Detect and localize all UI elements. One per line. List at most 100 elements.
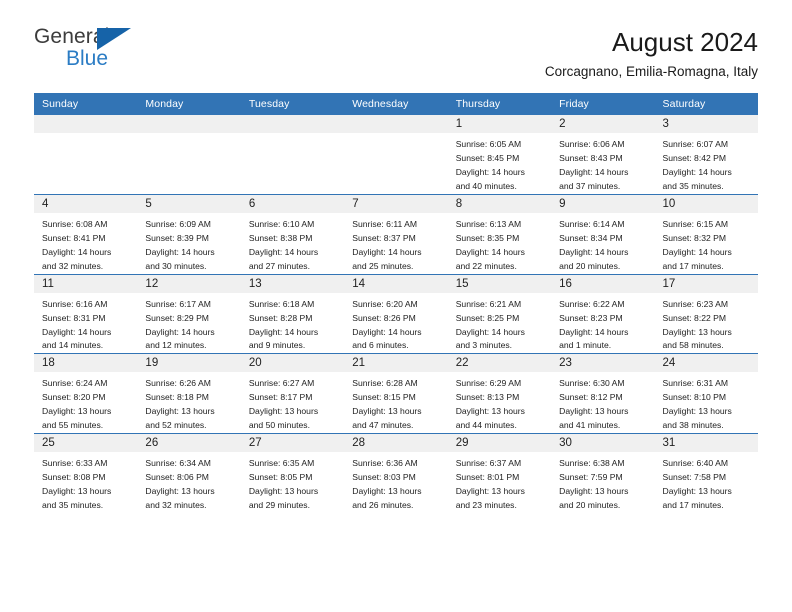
sunset-text: Sunset: 8:31 PM	[42, 312, 106, 323]
daylight-text-line2: and 25 minutes.	[352, 260, 414, 271]
day-number: 22	[447, 354, 552, 373]
calendar-day-cell[interactable]: 31 Sunrise: 6:40 AM Sunset: 7:58 PM Dayligh…	[654, 433, 758, 513]
calendar-day-cell[interactable]: 29 Sunrise: 6:37 AM Sunset: 8:01 PM Dayligh…	[447, 433, 552, 513]
sunset-text: Sunset: 8:10 PM	[662, 392, 727, 403]
calendar-day-cell[interactable]: 26 Sunrise: 6:34 AM Sunset: 8:06 PM Dayligh…	[137, 433, 241, 513]
calendar-day-cell[interactable]: 6 Sunrise: 6:10 AM Sunset: 8:38 PM Daylight…	[240, 193, 345, 275]
sunset-text: Sunset: 8:25 PM	[455, 312, 520, 323]
day-number: 11	[34, 274, 138, 293]
day-details: Sunrise: 6:34 AM Sunset: 8:06 PM Daylight:…	[137, 452, 240, 513]
sunset-text: Sunset: 8:42 PM	[662, 153, 727, 164]
day-details: Sunrise: 6:31 AM Sunset: 8:10 PM Daylight:…	[655, 372, 758, 433]
sunset-text: Sunset: 7:58 PM	[662, 471, 727, 482]
day-details: Sunrise: 6:18 AM Sunset: 8:28 PM Daylight:…	[241, 293, 344, 354]
calendar-day-cell[interactable]: 8 Sunrise: 6:13 AM Sunset: 8:35 PM Daylight…	[447, 193, 552, 275]
sunset-text: Sunset: 8:23 PM	[559, 312, 623, 323]
day-details: Sunrise: 6:29 AM Sunset: 8:13 PM Daylight:…	[448, 372, 551, 433]
day-details: Sunrise: 6:07 AM Sunset: 8:42 PM Daylight:…	[655, 133, 758, 194]
sunset-text: Sunset: 8:20 PM	[42, 392, 106, 403]
daylight-text-line1: Daylight: 13 hours	[248, 406, 319, 417]
daylight-text-line1: Daylight: 14 hours	[455, 326, 525, 337]
calendar-day-cell[interactable]: 1 Sunrise: 6:05 AM Sunset: 8:45 PM Daylight…	[447, 115, 552, 194]
blue-triangle-icon	[97, 28, 131, 50]
sunset-text: Sunset: 8:08 PM	[42, 471, 106, 482]
day-details: Sunrise: 6:14 AM Sunset: 8:34 PM Daylight:…	[551, 213, 654, 274]
day-details: Sunrise: 6:30 AM Sunset: 8:12 PM Daylight:…	[551, 372, 654, 433]
calendar-day-cell[interactable]: 2 Sunrise: 6:06 AM Sunset: 8:43 PM Daylight…	[551, 115, 655, 194]
calendar-day-cell[interactable]: 27 Sunrise: 6:35 AM Sunset: 8:05 PM Dayligh…	[240, 433, 345, 513]
calendar-day-cell[interactable]: 14 Sunrise: 6:20 AM Sunset: 8:26 PM Dayligh…	[344, 273, 448, 354]
day-number: 25	[34, 434, 138, 453]
sunrise-text: Sunrise: 6:22 AM	[559, 298, 625, 309]
sunset-text: Sunset: 7:59 PM	[559, 471, 623, 482]
day-number: 5	[137, 194, 241, 213]
calendar-day-cell[interactable]: 7 Sunrise: 6:11 AM Sunset: 8:37 PM Daylight…	[344, 193, 448, 275]
sunset-text: Sunset: 8:22 PM	[662, 312, 727, 323]
calendar-day-cell[interactable]: 19 Sunrise: 6:26 AM Sunset: 8:18 PM Dayligh…	[137, 353, 241, 434]
day-number: 27	[240, 434, 345, 453]
calendar-day-cell[interactable]: 12 Sunrise: 6:17 AM Sunset: 8:29 PM Dayligh…	[137, 273, 241, 354]
day-number: 14	[344, 274, 448, 293]
sunrise-text: Sunrise: 6:08 AM	[42, 218, 108, 229]
calendar-week-row: 4 Sunrise: 6:08 AM Sunset: 8:41 PM Daylight…	[34, 193, 758, 275]
location-subtitle: Corcagnano, Emilia-Romagna, Italy	[544, 64, 758, 80]
day-details: Sunrise: 6:17 AM Sunset: 8:29 PM Daylight:…	[137, 293, 240, 354]
sunrise-text: Sunrise: 6:24 AM	[42, 378, 108, 389]
daylight-text-line2: and 52 minutes.	[145, 420, 207, 431]
daylight-text-line2: and 1 minute.	[559, 340, 612, 351]
calendar-day-cell[interactable]: 24 Sunrise: 6:31 AM Sunset: 8:10 PM Dayligh…	[654, 353, 758, 434]
day-details: Sunrise: 6:28 AM Sunset: 8:15 PM Daylight:…	[344, 372, 447, 433]
calendar-day-cell[interactable]: 22 Sunrise: 6:29 AM Sunset: 8:13 PM Dayligh…	[447, 353, 552, 434]
calendar-day-cell[interactable]: 3 Sunrise: 6:07 AM Sunset: 8:42 PM Daylight…	[654, 115, 758, 194]
calendar-day-cell[interactable]: 9 Sunrise: 6:14 AM Sunset: 8:34 PM Daylight…	[551, 193, 655, 275]
calendar-day-cell[interactable]: 17 Sunrise: 6:23 AM Sunset: 8:22 PM Dayligh…	[654, 273, 758, 354]
calendar-week-row: 11 Sunrise: 6:16 AM Sunset: 8:31 PM Dayligh…	[34, 273, 758, 354]
sunrise-text: Sunrise: 6:14 AM	[559, 218, 625, 229]
day-details: Sunrise: 6:37 AM Sunset: 8:01 PM Daylight:…	[448, 452, 551, 513]
day-details: Sunrise: 6:06 AM Sunset: 8:43 PM Daylight:…	[551, 133, 654, 194]
day-number: 15	[447, 274, 552, 293]
daylight-text-line2: and 27 minutes.	[248, 260, 310, 271]
calendar-day-cell[interactable]: 30 Sunrise: 6:38 AM Sunset: 7:59 PM Dayligh…	[551, 433, 655, 513]
calendar-week-row: 25 Sunrise: 6:33 AM Sunset: 8:08 PM Dayligh…	[34, 433, 758, 513]
daylight-text-line1: Daylight: 13 hours	[42, 485, 112, 496]
calendar-day-cell[interactable]: 25 Sunrise: 6:33 AM Sunset: 8:08 PM Dayligh…	[34, 433, 138, 513]
calendar-day-cell[interactable]: 21 Sunrise: 6:28 AM Sunset: 8:15 PM Dayligh…	[344, 353, 448, 434]
day-number: 24	[654, 354, 758, 373]
daylight-text-line2: and 20 minutes.	[559, 260, 621, 271]
day-number: 28	[344, 434, 448, 453]
calendar-day-cell[interactable]: 13 Sunrise: 6:18 AM Sunset: 8:28 PM Dayligh…	[240, 273, 345, 354]
calendar-body: 1 Sunrise: 6:05 AM Sunset: 8:45 PM Daylight…	[34, 115, 758, 513]
sunset-text: Sunset: 8:39 PM	[145, 232, 209, 243]
sunrise-text: Sunrise: 6:35 AM	[248, 458, 315, 469]
calendar-day-cell[interactable]: 10 Sunrise: 6:15 AM Sunset: 8:32 PM Dayligh…	[654, 193, 758, 275]
daylight-text-line1: Daylight: 13 hours	[352, 485, 422, 496]
calendar-day-cell[interactable]: 18 Sunrise: 6:24 AM Sunset: 8:20 PM Dayligh…	[34, 353, 138, 434]
calendar-day-cell[interactable]: 23 Sunrise: 6:30 AM Sunset: 8:12 PM Dayligh…	[551, 353, 655, 434]
day-details: Sunrise: 6:40 AM Sunset: 7:58 PM Daylight:…	[655, 452, 758, 513]
calendar-day-cell[interactable]: 5 Sunrise: 6:09 AM Sunset: 8:39 PM Daylight…	[137, 193, 241, 275]
day-details: Sunrise: 6:05 AM Sunset: 8:45 PM Daylight:…	[448, 133, 551, 194]
title-block: August 2024 Corcagnano, Emilia-Romagna, …	[545, 26, 758, 80]
daylight-text-line2: and 20 minutes.	[559, 499, 621, 510]
day-details: Sunrise: 6:35 AM Sunset: 8:05 PM Daylight:…	[241, 452, 344, 513]
calendar-day-cell[interactable]: 4 Sunrise: 6:08 AM Sunset: 8:41 PM Daylight…	[34, 193, 138, 275]
day-number: 13	[240, 274, 345, 293]
calendar-day-cell[interactable]: 20 Sunrise: 6:27 AM Sunset: 8:17 PM Dayligh…	[240, 353, 345, 434]
calendar-day-cell[interactable]: 16 Sunrise: 6:22 AM Sunset: 8:23 PM Dayligh…	[551, 273, 655, 354]
sunrise-text: Sunrise: 6:34 AM	[145, 458, 211, 469]
brand-logo[interactable]: General Blue	[34, 26, 154, 78]
page-title: August 2024	[611, 27, 758, 57]
sunset-text: Sunset: 8:03 PM	[352, 471, 416, 482]
logo-text-blue: Blue	[66, 47, 109, 70]
daylight-text-line2: and 29 minutes.	[248, 499, 310, 510]
calendar-day-cell[interactable]: 15 Sunrise: 6:21 AM Sunset: 8:25 PM Dayligh…	[447, 273, 552, 354]
daylight-text-line1: Daylight: 14 hours	[248, 246, 319, 257]
daylight-text-line2: and 32 minutes.	[42, 260, 104, 271]
daylight-text-line2: and 40 minutes.	[455, 181, 517, 192]
calendar-day-cell[interactable]: 28 Sunrise: 6:36 AM Sunset: 8:03 PM Dayligh…	[344, 433, 448, 513]
daylight-text-line1: Daylight: 13 hours	[559, 485, 629, 496]
daylight-text-line2: and 14 minutes.	[42, 340, 104, 351]
calendar-day-cell[interactable]: 11 Sunrise: 6:16 AM Sunset: 8:31 PM Dayligh…	[34, 273, 138, 354]
daylight-text-line2: and 38 minutes.	[662, 420, 724, 431]
